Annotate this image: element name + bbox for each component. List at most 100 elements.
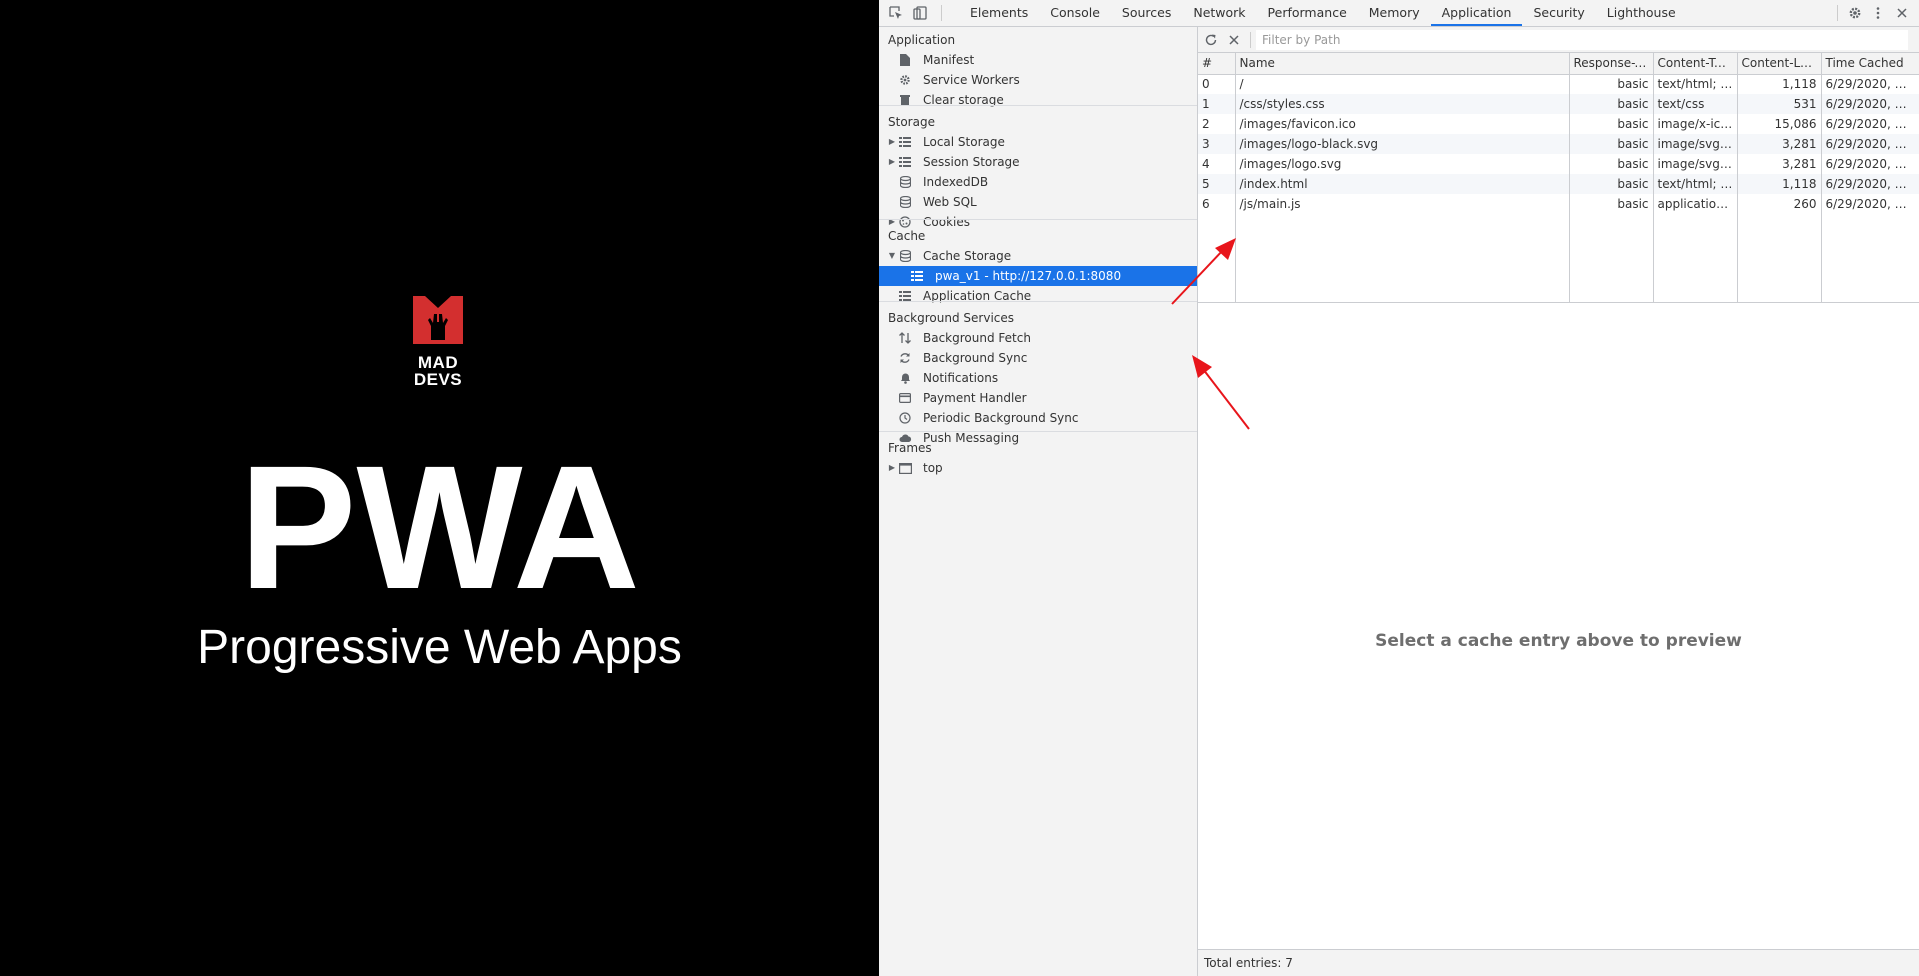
sidebar-item-label: Cache Storage (923, 249, 1012, 263)
cell-time-cached: 6/29/2020, … (1821, 174, 1919, 194)
sidebar-divider (879, 105, 1197, 106)
sidebar-item-periodic-background-sync[interactable]: Periodic Background Sync (879, 408, 1197, 428)
tab-lighthouse[interactable]: Lighthouse (1596, 0, 1687, 26)
devtools-tabs: Elements Console Sources Network Performance… (959, 0, 1687, 26)
refresh-button[interactable] (1202, 31, 1220, 49)
expand-arrow-right-icon[interactable]: ▶ (887, 458, 897, 478)
sidebar-item-cookies[interactable]: ▶ Cookies (879, 212, 1197, 232)
device-toolbar-icon[interactable] (911, 4, 929, 22)
sidebar-item-label: Cookies (923, 215, 970, 229)
sidebar-item-service-workers[interactable]: Service Workers (879, 70, 1197, 90)
grid-icon (898, 286, 912, 306)
toolbar-divider (1837, 5, 1838, 21)
sidebar-item-background-sync[interactable]: Background Sync (879, 348, 1197, 368)
sidebar-item-label: Payment Handler (923, 391, 1027, 405)
table-row[interactable]: 3/images/logo-black.svg basic image/svg+… 3… (1198, 134, 1919, 154)
tab-performance[interactable]: Performance (1257, 0, 1358, 26)
sidebar-item-indexeddb[interactable]: IndexedDB (879, 172, 1197, 192)
sidebar-item-application-cache[interactable]: Application Cache (879, 286, 1197, 306)
column-header-response-type[interactable]: Response-T… (1569, 53, 1654, 75)
sidebar-item-label: Manifest (923, 53, 975, 67)
cell-content-length: 1,118 (1737, 174, 1822, 194)
table-row[interactable]: 4/images/logo.svg basic image/svg+… 3,281 6/… (1198, 154, 1919, 174)
hero-title: PWA (239, 430, 640, 626)
cell-content-type: image/x-icon (1653, 114, 1738, 134)
sidebar-item-background-fetch[interactable]: Background Fetch (879, 328, 1197, 348)
gear-icon[interactable] (1846, 4, 1864, 22)
sidebar-item-label: Periodic Background Sync (923, 411, 1079, 425)
sidebar-item-manifest[interactable]: Manifest (879, 50, 1197, 70)
tab-elements[interactable]: Elements (959, 0, 1039, 26)
cell-content-length: 3,281 (1737, 154, 1822, 174)
inspect-element-icon[interactable] (887, 4, 905, 22)
empty-cell (1653, 214, 1738, 302)
sidebar-item-web-sql[interactable]: Web SQL (879, 192, 1197, 212)
grid-icon (898, 152, 912, 172)
table-row[interactable]: 1/css/styles.css basic text/css 531 6/29/202… (1198, 94, 1919, 114)
table-row[interactable]: 2/images/favicon.ico basic image/x-icon 15,… (1198, 114, 1919, 134)
cell-name: / (1235, 74, 1570, 94)
sidebar-divider (879, 301, 1197, 302)
filter-by-path-input[interactable] (1256, 30, 1908, 50)
tab-security[interactable]: Security (1522, 0, 1595, 26)
delete-selected-button[interactable] (1225, 31, 1243, 49)
column-header-index[interactable]: # (1198, 53, 1236, 75)
tab-console[interactable]: Console (1039, 0, 1111, 26)
preview-pane: Select a cache entry above to preview (1198, 333, 1919, 949)
cell-index: 0 (1198, 74, 1236, 94)
gear-icon (898, 70, 912, 90)
bell-icon (898, 368, 912, 388)
column-header-content-type[interactable]: Content-Type (1653, 53, 1738, 75)
sidebar-item-label: Local Storage (923, 135, 1005, 149)
close-icon[interactable] (1893, 4, 1911, 22)
cell-content-type: image/svg+… (1653, 134, 1738, 154)
hero-subtitle: Progressive Web Apps (197, 621, 682, 674)
sidebar-item-label: Application Cache (923, 289, 1032, 303)
expand-arrow-right-icon[interactable]: ▶ (887, 132, 897, 152)
sidebar-item-label: top (923, 461, 943, 475)
sidebar-item-clear-storage[interactable]: Clear storage (879, 90, 1197, 110)
total-entries-text: Total entries: 7 (1204, 956, 1293, 970)
table-row[interactable]: 5/index.html basic text/html; … 1,118 6/29/2… (1198, 174, 1919, 194)
cell-response-type: basic (1569, 154, 1654, 174)
sidebar-item-local-storage[interactable]: ▶ Local Storage (879, 132, 1197, 152)
cell-time-cached: 6/29/2020, … (1821, 94, 1919, 114)
cell-content-type: text/html; … (1653, 174, 1738, 194)
column-header-time-cached[interactable]: Time Cached (1821, 53, 1919, 75)
expand-arrow-down-icon[interactable]: ▼ (887, 246, 897, 266)
inspected-page: MAD DEVS PWA Progressive Web Apps (0, 0, 879, 976)
sidebar-item-cache-storage[interactable]: ▼ Cache Storage (879, 246, 1197, 266)
cache-storage-view: #NameResponse-T…Content-TypeContent-Le…T… (1198, 27, 1919, 976)
cell-time-cached: 6/29/2020, … (1821, 154, 1919, 174)
table-row[interactable]: 0/basic text/html; … 1,118 6/29/2020, … (1198, 74, 1919, 94)
sidebar-divider (879, 219, 1197, 220)
cell-content-length: 260 (1737, 194, 1822, 214)
logo-shield-icon (413, 296, 463, 344)
sidebar-item-session-storage[interactable]: ▶ Session Storage (879, 152, 1197, 172)
grid-icon (910, 266, 924, 286)
tab-network[interactable]: Network (1182, 0, 1256, 26)
cell-content-length: 1,118 (1737, 74, 1822, 94)
devtools-panel: Elements Console Sources Network Performance… (879, 0, 1919, 976)
sidebar-item-top[interactable]: ▶ top (879, 458, 1197, 478)
tab-memory[interactable]: Memory (1358, 0, 1431, 26)
logo-text-mad: MAD (417, 353, 459, 372)
sidebar-item-pwa-v1-http-127-0-0-1-8080[interactable]: pwa_v1 - http://127.0.0.1:8080 (879, 266, 1197, 286)
tab-sources[interactable]: Sources (1111, 0, 1182, 26)
cell-time-cached: 6/29/2020, … (1821, 194, 1919, 214)
column-header-content-length[interactable]: Content-Le… (1737, 53, 1822, 75)
table-row[interactable]: 6/js/main.js basic application… 260 6/29/202… (1198, 194, 1919, 214)
preview-placeholder: Select a cache entry above to preview (1375, 631, 1742, 651)
cache-toolbar (1198, 27, 1919, 53)
column-header-name[interactable]: Name (1235, 53, 1570, 75)
arrows-updown-icon (898, 328, 912, 348)
sidebar-section-frames: Frames (888, 441, 932, 455)
table-empty-area (1198, 214, 1919, 302)
tab-application[interactable]: Application (1430, 0, 1523, 26)
expand-arrow-right-icon[interactable]: ▶ (887, 152, 897, 172)
sidebar-item-payment-handler[interactable]: Payment Handler (879, 388, 1197, 408)
sidebar-item-notifications[interactable]: Notifications (879, 368, 1197, 388)
more-vert-icon[interactable] (1869, 4, 1887, 22)
mad-devs-logo: MAD DEVS (410, 296, 466, 388)
logo-text-devs: DEVS (413, 370, 463, 389)
